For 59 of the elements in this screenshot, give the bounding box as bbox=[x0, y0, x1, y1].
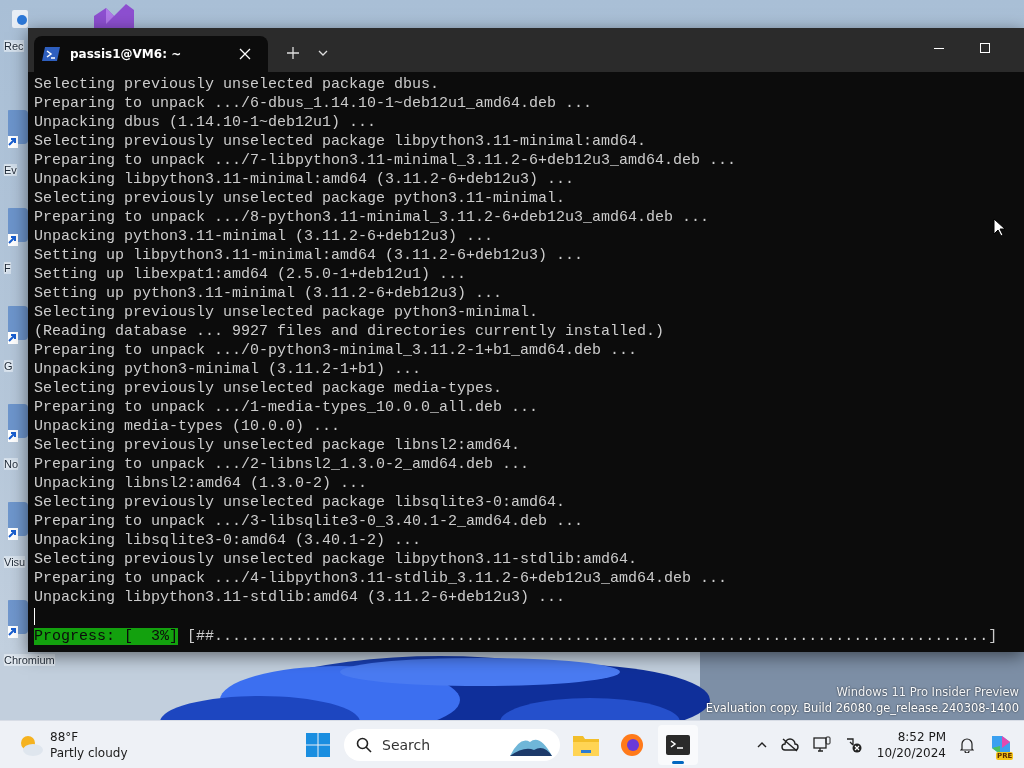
search-icon bbox=[356, 736, 372, 753]
maximize-icon bbox=[980, 43, 990, 53]
search-field[interactable]: Search bbox=[344, 728, 560, 761]
browser-icon bbox=[620, 732, 644, 757]
progress-bar-text: [##......................................................................................] bbox=[187, 628, 998, 645]
terminal-line: Preparing to unpack .../4-libpython3.11-stdlib_3.11.2-6+deb12u3_amd64.deb ... bbox=[34, 569, 728, 588]
progress-label: Progress: [ 3%] bbox=[34, 628, 179, 645]
terminal-line: Setting up libpython3.11-minimal:amd64 (3.11.2-6+deb12u3) ... bbox=[34, 246, 584, 265]
folder-icon bbox=[573, 733, 599, 756]
clock[interactable]: 8:52 PM 10/20/2024 bbox=[876, 728, 946, 761]
terminal-line: Unpacking libpython3.11-stdlib:amd64 (3.11.2-6+deb12u3) ... bbox=[34, 588, 566, 607]
terminal-line: Preparing to unpack .../6-dbus_1.14.10-1~deb12u1_amd64.deb ... bbox=[34, 94, 593, 113]
watermark-text: Evaluation copy. Build 26080.ge_release.240308-1400 bbox=[705, 700, 1019, 716]
terminal-line: Unpacking media-types (10.0.0) ... bbox=[34, 417, 341, 436]
bell-icon[interactable] bbox=[960, 736, 974, 753]
terminal-line: Preparing to unpack .../1-media-types_10.0.0_all.deb ... bbox=[34, 398, 539, 417]
terminal-line: Selecting previously unselected package libsqlite3-0:amd64. bbox=[34, 493, 566, 512]
terminal-line: Unpacking dbus (1.14.10-1~deb12u1) ... bbox=[34, 113, 377, 132]
watermark-text: Windows 11 Pro Insider Preview bbox=[836, 684, 1019, 700]
terminal-line: Setting up libexpat1:amd64 (2.5.0-1+deb12u1) ... bbox=[34, 265, 467, 284]
text-cursor bbox=[34, 608, 35, 625]
terminal-line: Selecting previously unselected package python3-minimal. bbox=[34, 303, 539, 322]
terminal-line: Preparing to unpack .../7-libpython3.11-minimal_3.11.2-6+deb12u3_amd64.deb ... bbox=[34, 151, 737, 170]
chevron-down-icon bbox=[318, 50, 328, 56]
weather-condition: Partly cloudy bbox=[50, 744, 128, 761]
plus-icon bbox=[287, 47, 299, 59]
terminal-line: Selecting previously unselected package libnsl2:amd64. bbox=[34, 436, 521, 455]
terminal-line: Preparing to unpack .../0-python3-minimal_3.11.2-1+b1_amd64.deb ... bbox=[34, 341, 638, 360]
tab[interactable]: passis1@VM6: ~ bbox=[34, 36, 268, 72]
terminal-line: Selecting previously unselected package media-types. bbox=[34, 379, 503, 398]
cloud-slash-icon[interactable] bbox=[780, 737, 799, 752]
temperature: 88°F bbox=[50, 728, 80, 745]
mouse-cursor-icon bbox=[993, 218, 1005, 237]
terminal-line: Setting up python3.11-minimal (3.11.2-6+deb12u3) ... bbox=[34, 284, 503, 303]
terminal-line: Selecting previously unselected package libpython3.11-stdlib:amd64. bbox=[34, 550, 638, 569]
terminal-line: Selecting previously unselected package dbus. bbox=[34, 75, 440, 94]
tab-title: passis1@VM6: ~ bbox=[70, 47, 183, 61]
terminal-line: Selecting previously unselected package python3.11-minimal. bbox=[34, 189, 566, 208]
windows-logo-icon bbox=[306, 732, 330, 757]
app-icon[interactable] bbox=[92, 2, 134, 28]
terminal-icon bbox=[42, 47, 60, 61]
terminal-line: Unpacking libsqlite3-0:amd64 (3.40.1-2) ... bbox=[34, 531, 422, 550]
terminal-line: Unpacking python3.11-minimal (3.11.2-6+deb12u3) ... bbox=[34, 227, 494, 246]
terminal-line: Unpacking libnsl2:amd64 (1.3.0-2) ... bbox=[34, 474, 368, 493]
terminal-line: Preparing to unpack .../3-libsqlite3-0_3.40.1-2_amd64.deb ... bbox=[34, 512, 584, 531]
minimize-icon bbox=[934, 47, 944, 49]
terminal-line: Selecting previously unselected package libpython3.11-minimal:amd64. bbox=[34, 132, 647, 151]
monitor-icon[interactable] bbox=[812, 735, 831, 754]
terminal-line: (Reading database ... 9927 files and directories currently installed.) bbox=[34, 322, 665, 341]
active-indicator bbox=[672, 760, 684, 764]
close-icon bbox=[239, 48, 251, 60]
terminal-icon bbox=[666, 734, 690, 755]
terminal-line: Unpacking python3-minimal (3.11.2-1+b1) ... bbox=[34, 360, 422, 379]
taskbar-button[interactable] bbox=[658, 724, 698, 765]
terminal-line: Preparing to unpack .../2-libnsl2_1.3.0-2_amd64.deb ... bbox=[34, 455, 530, 474]
terminal-line: Preparing to unpack .../8-python3.11-minimal_3.11.2-6+deb12u3_amd64.deb ... bbox=[34, 208, 710, 227]
terminal-line: Unpacking libpython3.11-minimal:amd64 (3.11.2-6+deb12u3) ... bbox=[34, 170, 575, 189]
network-x-icon[interactable] bbox=[844, 736, 863, 753]
chevron-up-icon[interactable] bbox=[756, 741, 767, 748]
